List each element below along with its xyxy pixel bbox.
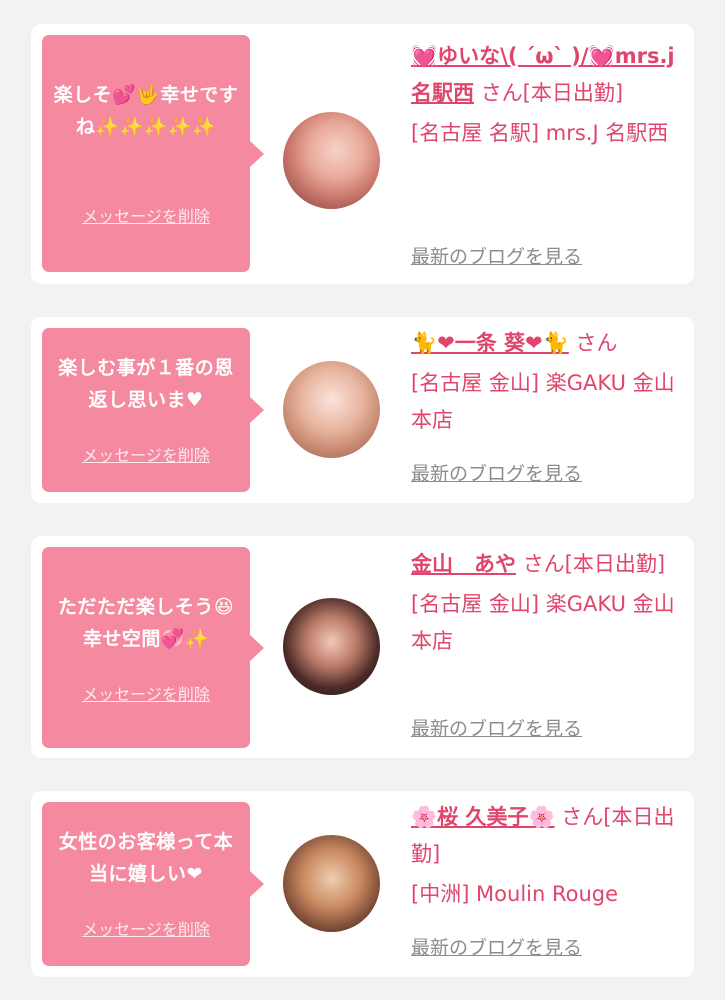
- delete-message-link[interactable]: メッセージを削除: [42, 442, 250, 466]
- message-text: 楽しむ事が１番の恩返し思いま♥: [58, 357, 234, 411]
- message-bubble: 女性のお客様って本当に嬉しい❤ メッセージを削除: [42, 802, 264, 966]
- message-card: 楽しむ事が１番の恩返し思いま♥ メッセージを削除 🐈❤一条 葵❤🐈 さん [名古…: [31, 317, 694, 503]
- blog-link[interactable]: 最新のブログを見る: [411, 242, 582, 269]
- cast-info: 💓ゆいな\( ´ω` )/💓mrs.j名駅西 さん[本日出勤] [名古屋 名駅]…: [411, 38, 693, 152]
- shop-label: [中洲] Moulin Rouge: [411, 882, 619, 906]
- message-bubble: 楽しむ事が１番の恩返し思いま♥ メッセージを削除: [42, 328, 264, 492]
- avatar[interactable]: [283, 598, 380, 695]
- blog-link[interactable]: 最新のブログを見る: [411, 933, 582, 960]
- blog-link[interactable]: 最新のブログを見る: [411, 459, 582, 486]
- message-bubble: 楽しそ💕🤟幸せですね✨✨✨✨✨ メッセージを削除: [42, 35, 264, 272]
- message-text: 楽しそ💕🤟幸せですね✨✨✨✨✨: [53, 84, 239, 138]
- delete-message-link[interactable]: メッセージを削除: [42, 203, 250, 227]
- message-card: ただただ楽しそう😆幸せ空間💞✨ メッセージを削除 金山 あや さん[本日出勤] …: [31, 536, 694, 758]
- shop-label: [名古屋 名駅] mrs.J 名駅西: [411, 121, 669, 145]
- delete-message-link[interactable]: メッセージを削除: [42, 916, 250, 940]
- cast-name-link[interactable]: 🐈❤一条 葵❤🐈: [411, 331, 569, 355]
- cast-name-link[interactable]: 🌸桜 久美子🌸: [411, 805, 555, 829]
- shop-label: [名古屋 金山] 楽GAKU 金山本店: [411, 592, 675, 653]
- cast-name-suffix: さん: [575, 331, 618, 355]
- cast-info: 金山 あや さん[本日出勤] [名古屋 金山] 楽GAKU 金山本店: [411, 546, 693, 660]
- delete-message-link[interactable]: メッセージを削除: [42, 681, 250, 705]
- cast-name-link[interactable]: 金山 あや: [411, 552, 516, 576]
- shop-label: [名古屋 金山] 楽GAKU 金山本店: [411, 371, 675, 432]
- cast-name-suffix: さん[本日出勤]: [522, 552, 666, 576]
- message-bubble: ただただ楽しそう😆幸せ空間💞✨ メッセージを削除: [42, 547, 264, 748]
- blog-link[interactable]: 最新のブログを見る: [411, 714, 582, 741]
- cast-name-suffix: さん[本日出勤]: [480, 81, 624, 105]
- message-card: 楽しそ💕🤟幸せですね✨✨✨✨✨ メッセージを削除 💓ゆいな\( ´ω` )/💓m…: [31, 24, 694, 284]
- avatar[interactable]: [283, 361, 380, 458]
- cast-info: 🌸桜 久美子🌸 さん[本日出勤] [中洲] Moulin Rouge: [411, 799, 693, 913]
- avatar[interactable]: [283, 835, 380, 932]
- message-text: ただただ楽しそう😆幸せ空間💞✨: [57, 596, 235, 650]
- avatar[interactable]: [283, 112, 380, 209]
- message-text: 女性のお客様って本当に嬉しい❤: [58, 831, 234, 885]
- message-card: 女性のお客様って本当に嬉しい❤ メッセージを削除 🌸桜 久美子🌸 さん[本日出勤…: [31, 791, 694, 977]
- cast-info: 🐈❤一条 葵❤🐈 さん [名古屋 金山] 楽GAKU 金山本店: [411, 325, 693, 439]
